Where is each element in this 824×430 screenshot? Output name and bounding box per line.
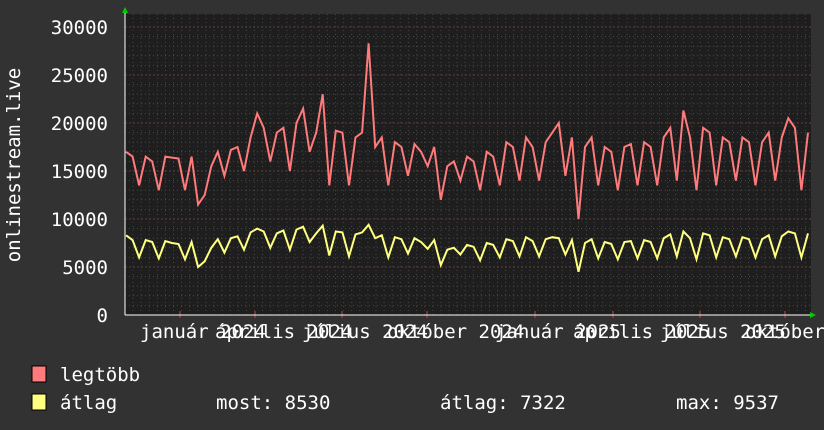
- y-axis-label: onlinestream.live: [3, 68, 25, 262]
- stat-avg: átlag: 7322: [440, 392, 566, 414]
- y-tick-label: 20000: [51, 113, 108, 135]
- y-tick-label: 15000: [51, 161, 108, 183]
- y-axis-arrow-icon: [122, 7, 128, 13]
- chart: 0 5000 10000 15000 20000 25000 30000 január 20…: [3, 7, 824, 414]
- legend-swatch-legtobb: [31, 365, 47, 383]
- x-axis-arrow-icon: [810, 312, 816, 318]
- legend-label-atlag: átlag: [60, 392, 117, 414]
- stat-max: max: 9537: [676, 392, 779, 414]
- x-axis: január 2024április 2024július 2024októbe…: [140, 311, 824, 343]
- y-tick-label: 5000: [62, 257, 108, 279]
- y-tick-label: 10000: [51, 209, 108, 231]
- legend-swatch-atlag: [31, 393, 47, 411]
- legend-label-legtobb: legtöbb: [60, 364, 140, 386]
- y-tick-label: 25000: [51, 65, 108, 87]
- y-tick-label: 30000: [51, 17, 108, 39]
- y-tick-label: 0: [97, 305, 108, 327]
- y-axis: 0 5000 10000 15000 20000 25000 30000: [51, 17, 108, 327]
- stat-now: most: 8530: [216, 392, 330, 414]
- x-tick-label: október 2025: [745, 321, 824, 343]
